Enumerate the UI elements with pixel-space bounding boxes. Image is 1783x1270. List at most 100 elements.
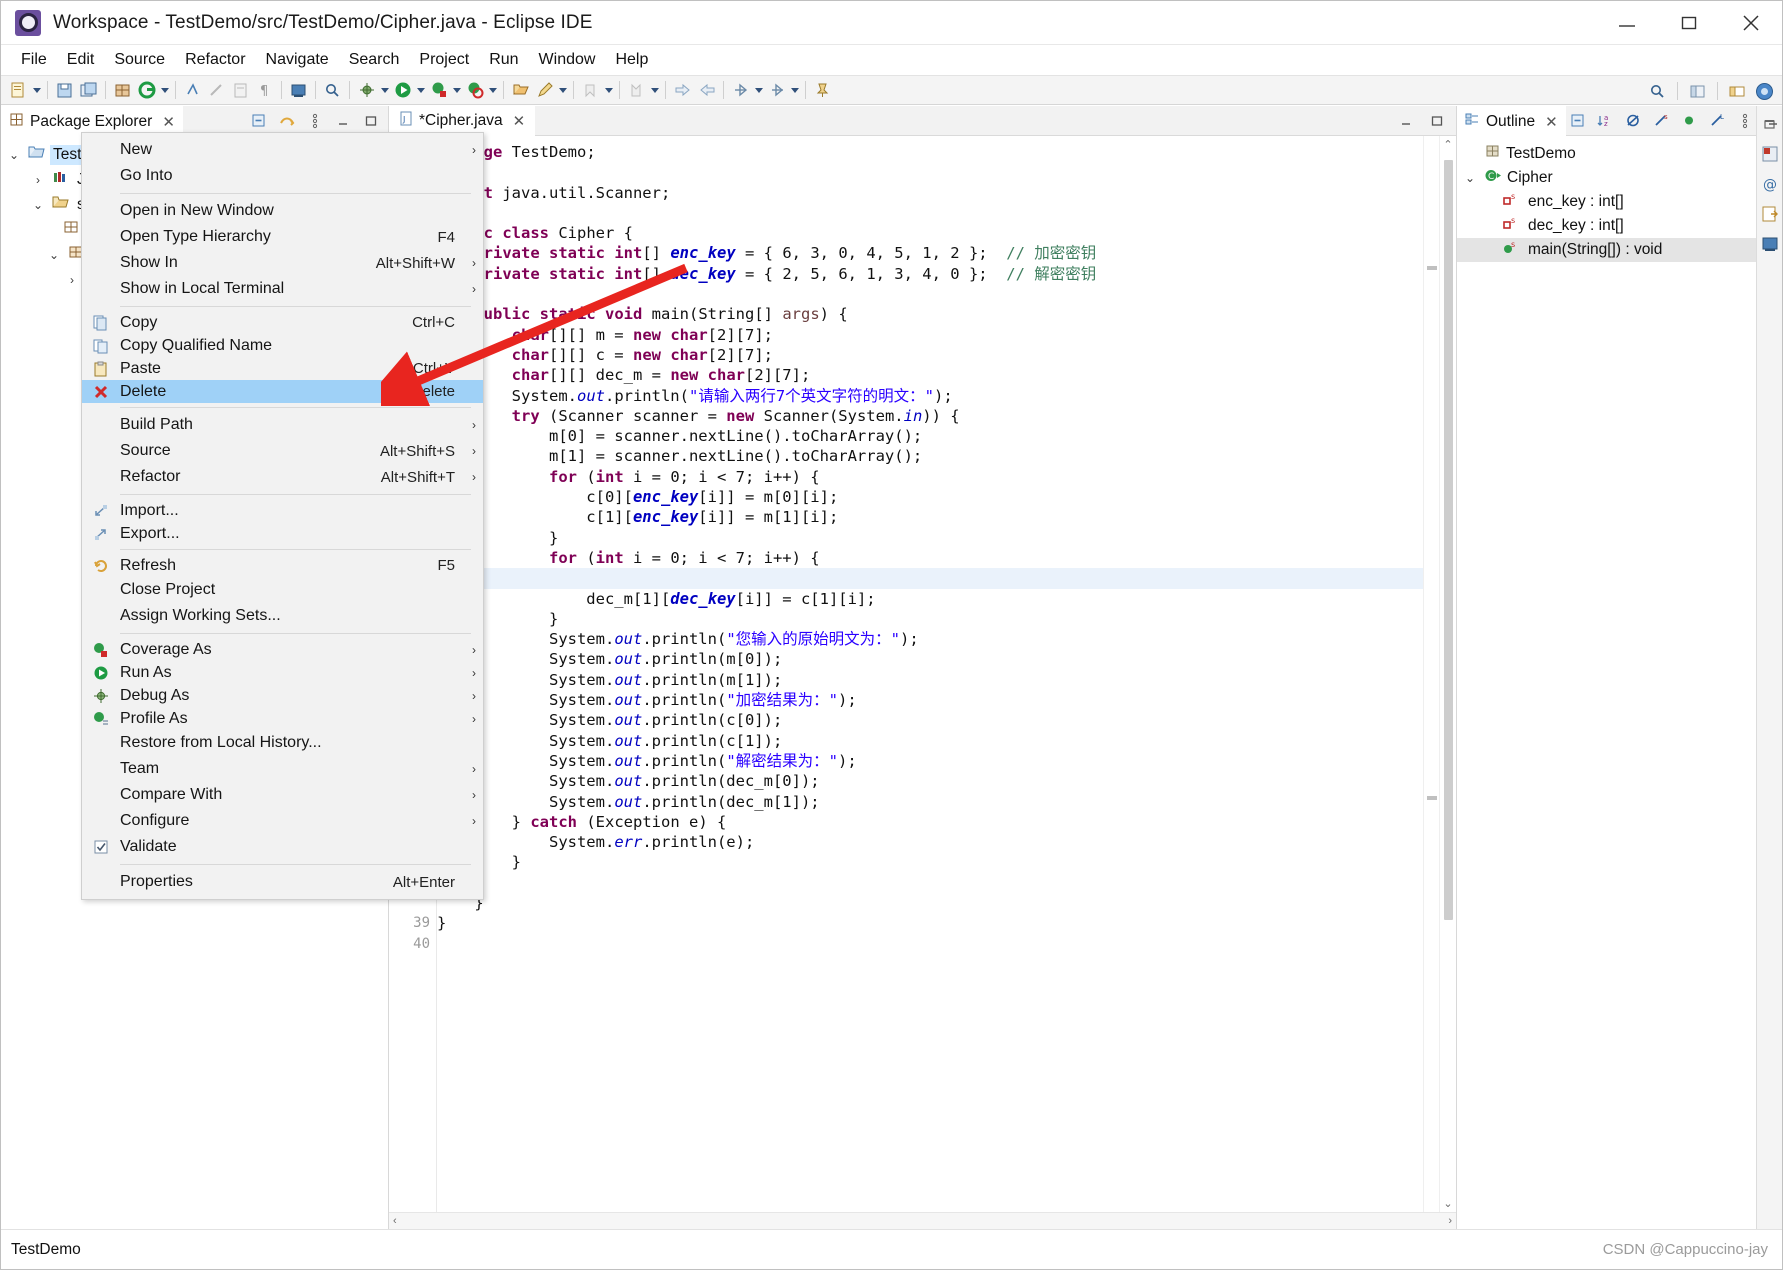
back-history-icon[interactable] xyxy=(729,79,752,102)
context-menu-item-close-project[interactable]: Close Project xyxy=(82,577,483,603)
tab-package-explorer[interactable]: Package Explorer ✕ xyxy=(1,105,183,136)
context-menu-item-copy[interactable]: Copy Ctrl+C xyxy=(82,311,483,334)
save-all-icon[interactable] xyxy=(77,79,100,102)
java-perspective-icon[interactable] xyxy=(1726,80,1749,103)
context-menu-item-assign-working-sets[interactable]: Assign Working Sets... xyxy=(82,603,483,629)
collapse-all-icon[interactable] xyxy=(247,109,270,132)
editor-horizontal-scrollbar[interactable]: ‹ › xyxy=(389,1212,1456,1229)
toggle-mark-occurrences-icon[interactable] xyxy=(181,79,204,102)
menu-refactor[interactable]: Refactor xyxy=(175,49,255,71)
context-menu-item-refactor[interactable]: Refactor Alt+Shift+T › xyxy=(82,464,483,490)
run-tool-icon[interactable] xyxy=(391,79,414,102)
chevron-down-icon[interactable]: ⌄ xyxy=(1461,171,1479,185)
open-terminal-icon[interactable] xyxy=(287,79,310,102)
context-menu-item-restore-from-local-history[interactable]: Restore from Local History... xyxy=(82,730,483,756)
outline-item-class[interactable]: ⌄ C Cipher xyxy=(1457,166,1756,190)
scrollbar-thumb[interactable] xyxy=(1444,160,1453,920)
context-menu-item-debug-as[interactable]: Debug As › xyxy=(82,684,483,707)
coverage-dropdown-icon[interactable] xyxy=(451,79,462,101)
outline-item-enc-key[interactable]: s enc_key : int[] xyxy=(1457,190,1756,214)
context-menu-item-properties[interactable]: Properties Alt+Enter xyxy=(82,869,483,895)
back-history-dropdown-icon[interactable] xyxy=(753,79,764,101)
outline-item-dec-key[interactable]: s dec_key : int[] xyxy=(1457,214,1756,238)
menu-help[interactable]: Help xyxy=(605,49,658,71)
outline-item-package[interactable]: TestDemo xyxy=(1457,142,1756,166)
context-menu-item-go-into[interactable]: Go Into xyxy=(82,163,483,189)
outline-view-menu-icon[interactable] xyxy=(1734,109,1757,132)
scroll-right-icon[interactable]: › xyxy=(1448,1215,1452,1227)
context-menu-item-profile-as[interactable]: Profile As › xyxy=(82,707,483,730)
close-button[interactable] xyxy=(1720,1,1782,45)
hide-non-public-icon[interactable] xyxy=(1678,109,1701,132)
quick-access-search-icon[interactable] xyxy=(1646,80,1669,103)
new-dropdown-icon[interactable] xyxy=(31,79,42,101)
perspective-switcher-icon[interactable] xyxy=(1753,80,1776,103)
chevron-down-icon[interactable]: ⌄ xyxy=(29,198,47,212)
hide-static-icon[interactable]: s xyxy=(1650,109,1673,132)
run-dropdown-icon[interactable] xyxy=(415,79,426,101)
maximize-editor-icon[interactable] xyxy=(1425,109,1448,132)
context-menu-item-import[interactable]: Import... xyxy=(82,499,483,522)
pin-editor-icon[interactable] xyxy=(811,79,834,102)
chevron-right-icon[interactable]: › xyxy=(29,173,47,187)
menu-window[interactable]: Window xyxy=(529,49,606,71)
declaration-rail-icon[interactable] xyxy=(1760,204,1780,224)
open-resource-icon[interactable] xyxy=(509,79,532,102)
context-menu-item-delete[interactable]: Delete Delete xyxy=(82,380,483,403)
menu-search[interactable]: Search xyxy=(339,49,410,71)
chevron-down-icon[interactable]: ⌄ xyxy=(5,148,23,162)
back-nav-icon[interactable] xyxy=(671,79,694,102)
next-annotation-dropdown-icon[interactable] xyxy=(603,79,614,101)
maximize-button[interactable] xyxy=(1658,1,1720,45)
paragraph-icon[interactable]: ¶ xyxy=(253,79,276,102)
menu-edit[interactable]: Edit xyxy=(57,49,105,71)
edit-icon[interactable] xyxy=(533,79,556,102)
git-dropdown-icon[interactable] xyxy=(159,79,170,101)
menu-run[interactable]: Run xyxy=(479,49,528,71)
debug-tool-icon[interactable] xyxy=(355,79,378,102)
edit-dropdown-icon[interactable] xyxy=(557,79,568,101)
debug-dropdown-icon[interactable] xyxy=(379,79,390,101)
package-explorer-close-icon[interactable]: ✕ xyxy=(162,113,175,131)
search-tool-icon[interactable] xyxy=(321,79,344,102)
menu-project[interactable]: Project xyxy=(409,49,479,71)
menu-file[interactable]: File xyxy=(11,49,57,71)
context-menu-item-show-in-local-terminal[interactable]: Show in Local Terminal › xyxy=(82,276,483,302)
sort-icon[interactable]: az xyxy=(1594,109,1617,132)
view-menu-icon[interactable] xyxy=(303,109,326,132)
chevron-right-icon[interactable]: › xyxy=(63,273,81,287)
context-menu-item-validate[interactable]: Validate xyxy=(82,834,483,860)
context-menu-item-source[interactable]: Source Alt+Shift+S › xyxy=(82,438,483,464)
context-menu-item-open-type-hierarchy[interactable]: Open Type Hierarchy F4 xyxy=(82,224,483,250)
context-menu-item-paste[interactable]: Paste Ctrl+V xyxy=(82,357,483,380)
next-annotation-icon[interactable] xyxy=(579,79,602,102)
coverage-tool-icon[interactable] xyxy=(427,79,450,102)
problems-rail-icon[interactable] xyxy=(1760,144,1780,164)
forward-nav-icon[interactable] xyxy=(695,79,718,102)
console-rail-icon[interactable] xyxy=(1760,234,1780,254)
context-menu-item-team[interactable]: Team › xyxy=(82,756,483,782)
annotation-icon[interactable] xyxy=(205,79,228,102)
context-menu[interactable]: New › Go Into Open in New Window Open Type H… xyxy=(81,132,484,900)
open-perspective-icon[interactable] xyxy=(1686,80,1709,103)
minimize-outline-icon[interactable] xyxy=(1762,109,1783,132)
javadoc-rail-icon[interactable]: @ xyxy=(1760,174,1780,194)
collapse-all-icon[interactable] xyxy=(1566,109,1589,132)
scroll-down-icon[interactable]: ⌄ xyxy=(1440,1195,1456,1212)
context-menu-item-coverage-as[interactable]: Coverage As › xyxy=(82,638,483,661)
outline-close-icon[interactable]: ✕ xyxy=(1545,113,1558,131)
link-with-editor-icon[interactable] xyxy=(275,109,298,132)
context-menu-item-compare-with[interactable]: Compare With › xyxy=(82,782,483,808)
previous-annotation-dropdown-icon[interactable] xyxy=(649,79,660,101)
menu-navigate[interactable]: Navigate xyxy=(256,49,339,71)
context-menu-item-configure[interactable]: Configure › xyxy=(82,808,483,834)
context-menu-item-refresh[interactable]: Refresh F5 xyxy=(82,554,483,577)
minimize-editor-icon[interactable] xyxy=(1394,109,1417,132)
code-editor[interactable]: 13940 package TestDemo; import java.util… xyxy=(389,136,1456,1212)
forward-history-dropdown-icon[interactable] xyxy=(789,79,800,101)
editor-vertical-scrollbar[interactable]: ⌃ ⌄ xyxy=(1439,136,1456,1212)
maximize-view-icon[interactable] xyxy=(359,109,382,132)
context-menu-item-run-as[interactable]: Run As › xyxy=(82,661,483,684)
chevron-down-icon[interactable]: ⌄ xyxy=(45,248,63,262)
profile-dropdown-icon[interactable] xyxy=(487,79,498,101)
